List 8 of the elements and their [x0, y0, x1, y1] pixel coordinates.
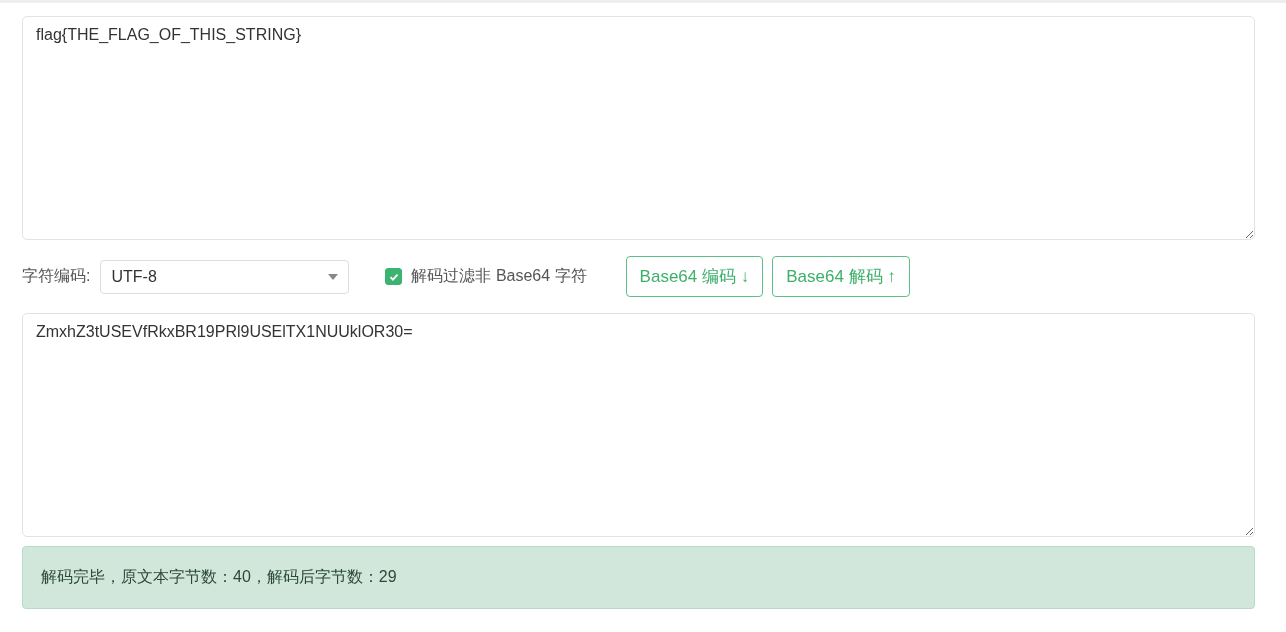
- text-output-field[interactable]: ZmxhZ3tUSEVfRkxBR19PRl9USElTX1NUUklOR30=: [22, 313, 1255, 537]
- charset-label: 字符编码:: [22, 266, 91, 286]
- filter-checkbox[interactable]: [385, 268, 403, 285]
- caret-icon: [328, 273, 339, 280]
- charset-select[interactable]: UTF-8: [100, 259, 350, 294]
- text-input-field[interactable]: flag{THE_FLAG_OF_THIS_STRING}: [22, 16, 1255, 240]
- filter-label: 解码过滤非 Base64 字符: [411, 266, 587, 286]
- status-message: 解码完毕，原文本字节数：40，解码后字节数：29: [22, 546, 1255, 609]
